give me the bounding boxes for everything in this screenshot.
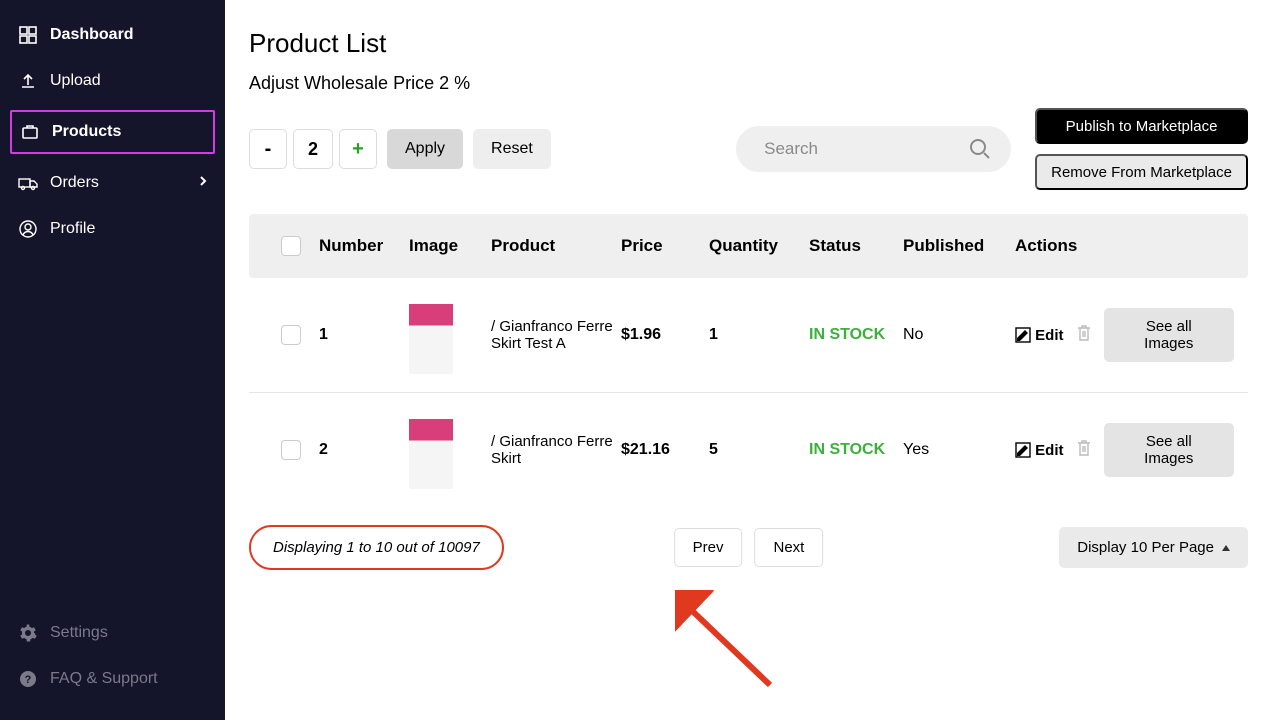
cell-published: No — [903, 326, 1015, 344]
page-title: Product List — [249, 28, 1248, 59]
cell-product: / Gianfranco Ferre Skirt Test A — [491, 318, 621, 352]
next-button[interactable]: Next — [755, 528, 824, 567]
see-images-button[interactable]: See all Images — [1104, 423, 1234, 477]
header-price: Price — [621, 236, 709, 256]
see-images-button[interactable]: See all Images — [1104, 308, 1234, 362]
cell-quantity: 1 — [709, 326, 809, 344]
controls-row: - + Apply Reset Publish to Marketplace R… — [249, 108, 1248, 190]
cell-price: $21.16 — [621, 441, 709, 459]
search-wrap — [736, 126, 1011, 172]
sidebar-item-dashboard[interactable]: Dashboard — [0, 12, 225, 58]
annotation-arrow-icon — [675, 590, 785, 700]
edit-button[interactable]: Edit — [1015, 442, 1064, 459]
product-thumbnail — [409, 411, 453, 489]
header-quantity: Quantity — [709, 236, 809, 256]
sidebar-item-products[interactable]: Products — [10, 110, 215, 154]
sidebar-item-label: Settings — [50, 624, 108, 642]
reset-button[interactable]: Reset — [473, 129, 551, 169]
cell-number: 2 — [319, 441, 409, 459]
help-icon: ? — [18, 669, 38, 689]
cell-number: 1 — [319, 326, 409, 344]
chevron-right-icon — [199, 174, 207, 192]
table-row: 2 / Gianfranco Ferre Skirt $21.16 5 IN S… — [249, 393, 1248, 507]
edit-button[interactable]: Edit — [1015, 327, 1064, 344]
header-image: Image — [409, 236, 491, 256]
table-header: Number Image Product Price Quantity Stat… — [249, 214, 1248, 278]
stepper-value-input[interactable] — [293, 129, 333, 169]
table-row: 1 / Gianfranco Ferre Skirt Test A $1.96 … — [249, 278, 1248, 393]
edit-icon — [1015, 442, 1031, 458]
cell-quantity: 5 — [709, 441, 809, 459]
svg-text:?: ? — [25, 674, 32, 686]
upload-icon — [18, 71, 38, 91]
stepper-minus-button[interactable]: - — [249, 129, 287, 169]
prev-button[interactable]: Prev — [674, 528, 743, 567]
marketplace-actions: Publish to Marketplace Remove From Marke… — [1035, 108, 1248, 190]
sidebar-item-faq[interactable]: ? FAQ & Support — [0, 656, 225, 702]
trash-icon — [1076, 439, 1092, 457]
cell-price: $1.96 — [621, 326, 709, 344]
header-number: Number — [319, 236, 409, 256]
cell-product: / Gianfranco Ferre Skirt — [491, 433, 621, 467]
price-stepper: - + — [249, 129, 377, 169]
sidebar-item-label: Products — [52, 123, 121, 141]
pagination: Prev Next — [674, 528, 824, 567]
sidebar-item-label: Orders — [50, 174, 99, 192]
per-page-dropdown[interactable]: Display 10 Per Page — [1059, 527, 1248, 568]
delete-button[interactable] — [1076, 439, 1092, 462]
sidebar-item-label: Dashboard — [50, 26, 134, 44]
sidebar-item-label: FAQ & Support — [50, 670, 158, 688]
gear-icon — [18, 623, 38, 643]
delete-button[interactable] — [1076, 324, 1092, 347]
profile-icon — [18, 219, 38, 239]
cell-published: Yes — [903, 441, 1015, 459]
main-content: Product List Adjust Wholesale Price 2 % … — [225, 0, 1280, 720]
dashboard-icon — [18, 25, 38, 45]
products-icon — [20, 122, 40, 142]
status-badge: IN STOCK — [809, 441, 885, 458]
orders-icon — [18, 173, 38, 193]
displaying-count: Displaying 1 to 10 out of 10097 — [249, 525, 504, 570]
trash-icon — [1076, 324, 1092, 342]
row-checkbox[interactable] — [281, 440, 301, 460]
sidebar-item-upload[interactable]: Upload — [0, 58, 225, 104]
sidebar-item-settings[interactable]: Settings — [0, 610, 225, 656]
row-checkbox[interactable] — [281, 325, 301, 345]
sidebar-item-profile[interactable]: Profile — [0, 206, 225, 252]
product-thumbnail — [409, 296, 453, 374]
sidebar-item-label: Upload — [50, 72, 101, 90]
apply-button[interactable]: Apply — [387, 129, 463, 169]
header-status: Status — [809, 236, 903, 256]
search-icon — [969, 138, 991, 165]
page-subtitle: Adjust Wholesale Price 2 % — [249, 73, 1248, 94]
publish-button[interactable]: Publish to Marketplace — [1035, 108, 1248, 144]
sidebar: Dashboard Upload Products Orders — [0, 0, 225, 720]
stepper-plus-button[interactable]: + — [339, 129, 377, 169]
remove-button[interactable]: Remove From Marketplace — [1035, 154, 1248, 190]
caret-up-icon — [1222, 545, 1230, 551]
product-table: Number Image Product Price Quantity Stat… — [249, 214, 1248, 507]
header-product: Product — [491, 236, 621, 256]
sidebar-item-orders[interactable]: Orders — [0, 160, 225, 206]
sidebar-item-label: Profile — [50, 220, 95, 238]
select-all-checkbox[interactable] — [281, 236, 301, 256]
edit-icon — [1015, 327, 1031, 343]
header-published: Published — [903, 236, 1015, 256]
header-actions: Actions — [1015, 236, 1234, 256]
status-badge: IN STOCK — [809, 326, 885, 343]
table-footer: Displaying 1 to 10 out of 10097 Prev Nex… — [249, 525, 1248, 570]
